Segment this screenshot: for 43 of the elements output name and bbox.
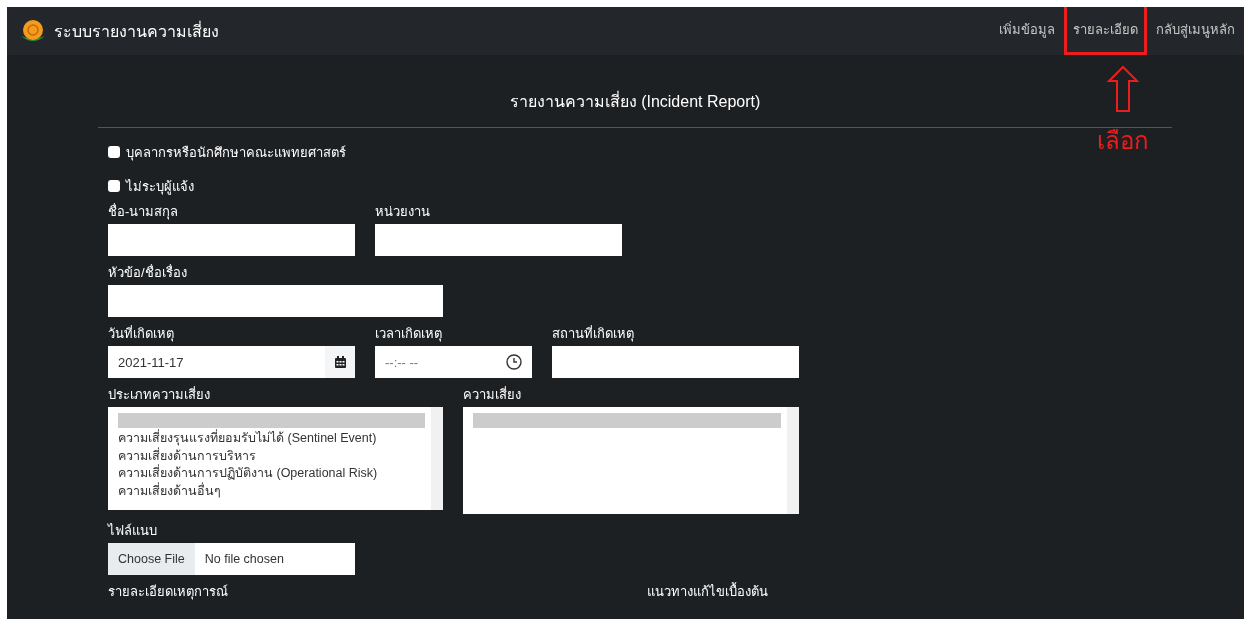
up-arrow-icon xyxy=(1106,65,1140,113)
list-box[interactable] xyxy=(463,407,799,514)
annotation-label: เลือก xyxy=(1097,126,1149,156)
text-field[interactable] xyxy=(108,224,355,256)
time-field[interactable]: --:-- -- xyxy=(375,346,532,378)
list-option[interactable] xyxy=(473,413,781,428)
field-label: ไฟล์แนบ xyxy=(108,524,158,537)
field-label: ความเสี่ยง xyxy=(463,388,522,401)
nav-link[interactable]: กลับสู่เมนูหลัก xyxy=(1147,7,1244,55)
checkbox[interactable] xyxy=(108,180,120,192)
field-label: เวลาเกิดเหตุ xyxy=(375,327,443,340)
field-label: หัวข้อ/ชื่อเรื่อง xyxy=(108,266,188,279)
text-field[interactable] xyxy=(552,346,799,378)
form-title: รายงานความเสี่ยง (Incident Report) xyxy=(98,55,1172,128)
list-option[interactable]: ความเสี่ยงด้านอื่นๆ xyxy=(118,482,425,500)
scrollbar[interactable] xyxy=(431,407,443,510)
checkbox[interactable] xyxy=(108,146,120,158)
nav-link[interactable]: เพิ่มข้อมูล xyxy=(990,7,1064,55)
list-box[interactable]: ความเสี่ยงรุนแรงที่ยอมรับไม่ได้ (Sentinel Event) ความเสี่ยงด้านการบริหาร ความเสี่ยงด้านการปฏิบัติงาน (Operational Risk) ความเสี่ยงด้านอื่นๆ xyxy=(108,407,443,510)
date-value: 2021-11-17 xyxy=(118,354,184,370)
choose-file-button[interactable]: Choose File xyxy=(108,543,195,575)
date-field[interactable]: 2021-11-17 xyxy=(108,346,355,378)
list-option[interactable]: ความเสี่ยงด้านการปฏิบัติงาน (Operational Risk) xyxy=(118,465,425,483)
field-label: วันที่เกิดเหตุ xyxy=(108,327,175,340)
field-label: ประเภทความเสี่ยง xyxy=(108,388,211,401)
text-field[interactable] xyxy=(375,224,622,256)
field-label: หน่วยงาน xyxy=(375,205,431,218)
list-option[interactable] xyxy=(118,413,425,428)
list-option[interactable]: ความเสี่ยงด้านการบริหาร xyxy=(118,447,425,465)
scrollbar[interactable] xyxy=(787,407,799,514)
app-title: ระบบรายงานความเสี่ยง xyxy=(54,20,219,42)
time-placeholder: --:-- -- xyxy=(385,354,419,370)
list-option[interactable]: ความเสี่ยงรุนแรงที่ยอมรับไม่ได้ (Sentinel Event) xyxy=(118,430,425,448)
calendar-icon xyxy=(334,356,346,368)
checkbox-label: ไม่ระบุผู้แจ้ง xyxy=(126,177,194,197)
checkbox-label: บุคลากรหรือนักศึกษาคณะแพทยศาสตร์ xyxy=(126,143,346,163)
field-label: รายละเอียดเหตุการณ์ xyxy=(108,585,228,598)
clock-icon xyxy=(506,354,522,370)
field-label: ชื่อ-นามสกุล xyxy=(108,205,180,218)
nav-link[interactable]: รายละเอียด xyxy=(1064,7,1147,55)
text-field[interactable] xyxy=(108,285,443,317)
file-status: No file chosen xyxy=(204,552,284,566)
field-label: สถานที่เกิดเหตุ xyxy=(552,327,635,340)
